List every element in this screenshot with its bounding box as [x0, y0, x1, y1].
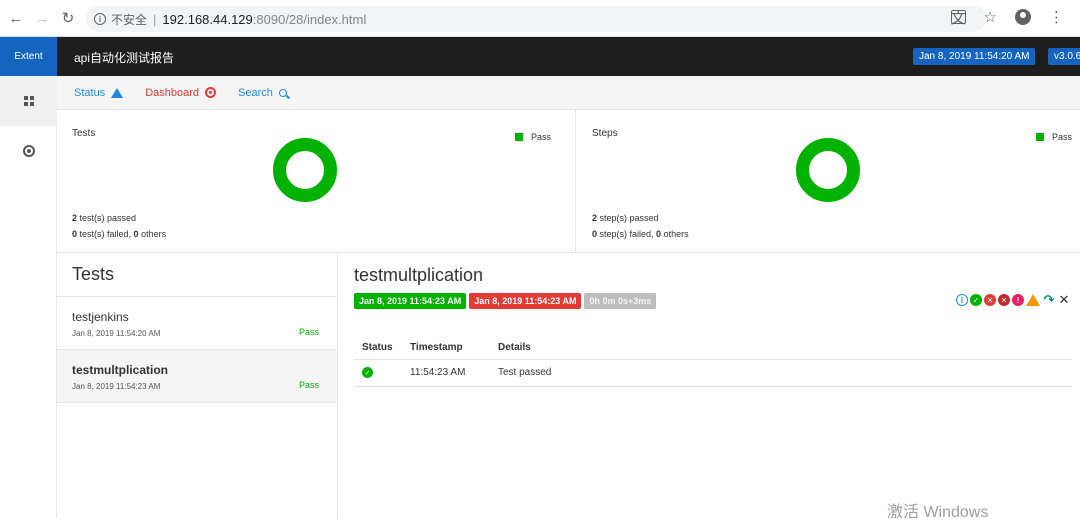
version-badge: v3.0.6	[1048, 48, 1080, 65]
search-label: Search	[238, 86, 273, 99]
pass-filter-icon[interactable]: ✓	[970, 294, 982, 306]
test-name: testjenkins	[72, 310, 129, 324]
filter-bar: Status Dashboard Search	[57, 76, 1080, 110]
warning-filter-icon[interactable]	[1026, 294, 1040, 306]
failed-stat: 0 step(s) failed, 0 others	[592, 229, 689, 239]
steps-table: Status Timestamp Details ✓ 11:54:23 AM T…	[354, 337, 1072, 387]
legend-swatch	[515, 133, 523, 141]
star-icon[interactable]: ☆	[984, 8, 997, 26]
chart-legend: Pass	[1036, 132, 1072, 142]
test-name: testmultplication	[72, 363, 169, 377]
reload-icon[interactable]: ↻	[58, 8, 78, 28]
dashboard-label: Dashboard	[145, 86, 200, 99]
column-header-timestamp: Timestamp	[402, 337, 490, 360]
start-time-badge: Jan 8, 2019 11:54:23 AM	[354, 293, 467, 309]
timestamp-cell: 11:54:23 AM	[402, 359, 490, 387]
warning-icon	[111, 87, 124, 98]
fail-filter-icon[interactable]: ✕	[984, 294, 996, 306]
error-filter-icon[interactable]: !	[1012, 294, 1024, 306]
target-icon	[205, 87, 217, 98]
passed-stat: 2 step(s) passed	[592, 213, 659, 223]
browser-actions: 文 ☆ ⋮	[950, 8, 1064, 27]
address-bar[interactable]: i 不安全 | 192.168.44.129 :8090/28/index.ht…	[86, 6, 986, 32]
panel-title: Steps	[592, 128, 618, 139]
legend-label: Pass	[1052, 132, 1073, 142]
status-filter-link[interactable]: Status	[74, 86, 124, 99]
account-icon[interactable]	[1015, 9, 1031, 25]
legend-swatch	[1036, 133, 1044, 141]
passed-stat: 2 test(s) passed	[72, 213, 137, 223]
chart-legend: Pass	[515, 132, 551, 142]
clear-filter-icon[interactable]: ✕	[1058, 292, 1070, 307]
test-detail: testmultplication Jan 8, 2019 11:54:23 A…	[338, 253, 1080, 518]
security-label[interactable]: 不安全	[111, 11, 147, 28]
test-list-title: Tests	[57, 253, 337, 297]
brand-logo[interactable]: Extent	[0, 37, 57, 76]
end-time-badge: Jan 8, 2019 11:54:23 AM	[469, 293, 582, 309]
menu-icon[interactable]: ⋮	[1049, 8, 1064, 26]
search-icon	[278, 88, 287, 97]
browser-toolbar: ← → ↻ i 不安全 | 192.168.44.129 :8090/28/in…	[0, 0, 1080, 37]
column-header-status: Status	[354, 337, 402, 360]
dashboard-panels: Tests Pass 2 test(s) passed 0 test(s) fa…	[57, 110, 1080, 253]
tests-summary-panel: Tests Pass 2 test(s) passed 0 test(s) fa…	[57, 110, 576, 253]
sidebar-item-tests[interactable]	[0, 76, 57, 126]
status-cell: ✓	[354, 359, 402, 387]
forward-icon[interactable]: →	[32, 8, 52, 28]
check-circle-icon: ✓	[362, 367, 373, 379]
legend-label: Pass	[531, 132, 552, 142]
back-icon[interactable]: ←	[6, 8, 26, 28]
status-filter-label: Status	[74, 86, 106, 99]
test-detail-title: testmultplication	[354, 265, 484, 285]
panel-title: Tests	[72, 128, 96, 139]
windows-activation-watermark: 激活 Windows	[887, 504, 989, 521]
test-time: Jan 8, 2019 11:54:23 AM	[72, 382, 161, 391]
sidebar-item-dashboard[interactable]	[0, 126, 57, 176]
info-icon[interactable]: i	[94, 13, 106, 25]
test-list-item[interactable]: testjenkins Jan 8, 2019 11:54:20 AM Pass	[57, 297, 337, 350]
sidebar	[0, 76, 57, 518]
tests-donut-chart	[273, 138, 337, 202]
app-header: Extent api自动化测试报告 Jan 8, 2019 11:54:20 A…	[0, 37, 1080, 76]
report-date-badge: Jan 8, 2019 11:54:20 AM	[913, 48, 1036, 65]
column-header-details: Details	[490, 337, 1072, 360]
failed-stat: 0 test(s) failed, 0 others	[72, 229, 167, 239]
grid-icon	[23, 96, 34, 106]
test-status: Pass	[298, 327, 319, 337]
url-separator: |	[153, 11, 157, 27]
test-list: Tests testjenkins Jan 8, 2019 11:54:20 A…	[57, 253, 338, 518]
url-path[interactable]: :8090/28/index.html	[253, 12, 366, 27]
fatal-filter-icon[interactable]: ✕	[998, 294, 1010, 306]
report-title: api自动化测试报告	[74, 51, 175, 65]
test-list-item[interactable]: testmultplication Jan 8, 2019 11:54:23 A…	[57, 350, 337, 403]
info-filter-icon[interactable]: i	[956, 294, 968, 306]
steps-summary-panel: Steps Pass 2 step(s) passed 0 step(s) fa…	[577, 110, 1080, 253]
test-time: Jan 8, 2019 11:54:20 AM	[72, 329, 161, 338]
test-status: Pass	[298, 380, 319, 390]
details-cell: Test passed	[490, 359, 1072, 387]
table-row: ✓ 11:54:23 AM Test passed	[354, 359, 1072, 387]
translate-icon[interactable]: 文	[950, 10, 966, 27]
skip-filter-icon[interactable]: ↷	[1042, 292, 1056, 307]
dashboard-icon	[22, 145, 35, 157]
table-header-row: Status Timestamp Details	[354, 337, 1072, 360]
dashboard-link[interactable]: Dashboard	[145, 86, 217, 99]
duration-badge: 0h 0m 0s+3ms	[584, 293, 657, 309]
steps-donut-chart	[796, 138, 860, 202]
status-filter-icons: i ✓ ✕ ✕ ! ↷ ✕	[956, 292, 1070, 307]
time-badges: Jan 8, 2019 11:54:23 AM Jan 8, 2019 11:5…	[354, 293, 657, 309]
url-host[interactable]: 192.168.44.129	[162, 12, 252, 27]
search-link[interactable]: Search	[238, 87, 287, 99]
